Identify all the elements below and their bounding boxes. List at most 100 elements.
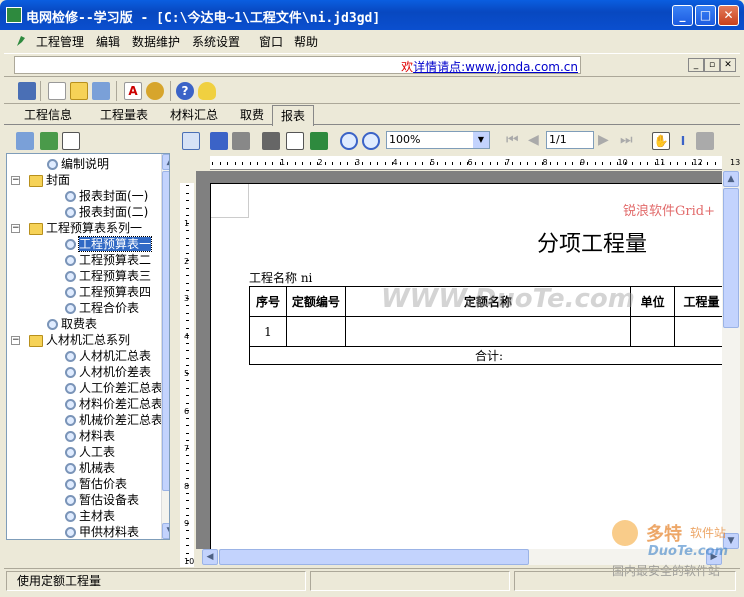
- scroll-up-button[interactable]: ▲: [162, 154, 169, 170]
- open-book-icon[interactable]: [210, 132, 228, 150]
- copy-icon[interactable]: [696, 132, 714, 150]
- tree-item[interactable]: 甲供材料表: [65, 524, 139, 539]
- tab-project-info[interactable]: 工程信息: [16, 107, 80, 125]
- scroll-thumb[interactable]: [162, 171, 169, 491]
- tab-fees[interactable]: 取费: [232, 107, 272, 125]
- export-icon[interactable]: [310, 132, 328, 150]
- page-setup-icon[interactable]: [286, 132, 304, 150]
- table-icon[interactable]: [182, 132, 200, 150]
- ruler-tick: [632, 162, 633, 165]
- menu-window[interactable]: 窗口: [259, 33, 283, 50]
- tree-item[interactable]: 人材机价差表: [65, 364, 151, 380]
- tree-folder[interactable]: − 封面: [11, 172, 70, 188]
- next-page-icon[interactable]: ▶: [598, 132, 609, 148]
- report-vertical-scrollbar[interactable]: ▲ ▼: [722, 171, 740, 549]
- tree-expander-icon[interactable]: −: [11, 336, 20, 345]
- book-icon[interactable]: [18, 82, 36, 100]
- tree-item[interactable]: 人工价差汇总表: [65, 380, 163, 396]
- preview-icon[interactable]: [62, 132, 80, 150]
- scroll-left-button[interactable]: ◀: [202, 549, 218, 565]
- tree-expander-icon[interactable]: −: [11, 224, 20, 233]
- zoom-out-icon[interactable]: [362, 132, 380, 150]
- table-row: 1: [249, 316, 722, 347]
- menu-project[interactable]: 工程管理: [36, 33, 84, 50]
- tree-item[interactable]: 工程预算表一: [65, 236, 153, 252]
- network-icon[interactable]: [92, 82, 110, 100]
- mdi-child-icon[interactable]: [14, 34, 28, 48]
- tree-item[interactable]: 工程预算表四: [65, 284, 151, 300]
- ruler-tick: [186, 230, 189, 231]
- mdi-restore-button[interactable]: ▫: [704, 58, 720, 72]
- tree-expander-icon[interactable]: −: [11, 176, 20, 185]
- tree-item[interactable]: 工程预算表三: [65, 268, 151, 284]
- mdi-close-button[interactable]: ✕: [720, 58, 736, 72]
- network-icon[interactable]: [16, 132, 34, 150]
- open-folder-icon[interactable]: [70, 82, 88, 100]
- tree-vertical-scrollbar[interactable]: ▲ ▼: [161, 154, 169, 539]
- menu-edit[interactable]: 编辑: [96, 33, 120, 50]
- ruler-tick: [707, 162, 708, 165]
- tree-item[interactable]: 材料价差汇总表: [65, 396, 163, 412]
- chevron-down-icon[interactable]: ▼: [473, 132, 489, 148]
- tree-item[interactable]: 机械表: [65, 460, 115, 476]
- tree-item[interactable]: 暂估设备表: [65, 492, 139, 508]
- tree-item[interactable]: 人工表: [65, 444, 115, 460]
- horizontal-ruler: 1 2 3 4 5 6 7 8 9 10 11 12 13: [210, 156, 740, 170]
- zoom-in-icon[interactable]: [340, 132, 358, 150]
- zoom-select[interactable]: 100% ▼: [386, 131, 490, 149]
- ruler-tick: [257, 162, 258, 165]
- tools-icon[interactable]: [232, 132, 250, 150]
- ruler-tick: [186, 530, 189, 531]
- menu-help[interactable]: 帮助: [294, 33, 318, 50]
- ruler-tick: [407, 162, 408, 165]
- first-page-icon[interactable]: ⏮: [506, 132, 519, 148]
- table-cell: [344, 316, 632, 347]
- tree-item[interactable]: 工程合价表: [65, 300, 139, 316]
- tree-item[interactable]: 取费表: [47, 316, 97, 332]
- tree-item[interactable]: 报表封面(一): [65, 188, 148, 204]
- scroll-thumb[interactable]: [219, 549, 529, 565]
- tab-reports[interactable]: 报表: [272, 105, 315, 126]
- lightbulb-icon[interactable]: [198, 82, 216, 100]
- tree-item[interactable]: 工程预算表二: [65, 252, 151, 268]
- page-input[interactable]: 1/1: [546, 131, 594, 149]
- ruler-tick-label: 5: [184, 369, 190, 378]
- text-select-icon[interactable]: I: [674, 132, 692, 150]
- website-link[interactable]: 详情请点:www.jonda.com.cn: [413, 60, 578, 74]
- maximize-button[interactable]: □: [695, 5, 716, 26]
- tree-item[interactable]: 人材机汇总表: [65, 348, 151, 364]
- tree-item[interactable]: 主材表: [65, 508, 115, 524]
- hand-tool-icon[interactable]: ✋: [652, 132, 670, 150]
- scroll-up-button[interactable]: ▲: [723, 171, 739, 187]
- menu-system-settings[interactable]: 系统设置: [192, 33, 240, 50]
- tree-folder[interactable]: − 人材机汇总系列: [11, 332, 130, 348]
- text-style-icon[interactable]: A: [124, 82, 142, 100]
- tree-item[interactable]: 编制说明: [47, 156, 109, 172]
- ruler-tick: [639, 162, 641, 165]
- last-page-icon[interactable]: ⏭: [620, 132, 633, 148]
- printer-icon[interactable]: [262, 132, 280, 150]
- tab-material-summary[interactable]: 材料汇总: [162, 107, 226, 125]
- tools-icon[interactable]: [146, 82, 164, 100]
- tree-item[interactable]: 材料表: [65, 428, 115, 444]
- scroll-thumb[interactable]: [723, 188, 739, 328]
- ruler-tick: [186, 462, 189, 464]
- menu-data-maintenance[interactable]: 数据维护: [132, 33, 180, 50]
- ruler-tick: [264, 162, 266, 165]
- tree-item[interactable]: 机械价差汇总表: [65, 412, 163, 428]
- prev-page-icon[interactable]: ◀: [528, 132, 539, 148]
- close-button[interactable]: ✕: [718, 5, 739, 26]
- ruler-tick: [249, 162, 251, 165]
- excel-export-icon[interactable]: [40, 132, 58, 150]
- app-icon[interactable]: [6, 7, 22, 23]
- minimize-button[interactable]: _: [672, 5, 693, 26]
- tree-folder[interactable]: − 工程预算表系列一: [11, 220, 142, 236]
- tree-item[interactable]: 暂估价表: [65, 476, 127, 492]
- mdi-minimize-button[interactable]: _: [688, 58, 704, 72]
- report-canvas[interactable]: 锐浪软件Grid+ 分项工程量 工程名称 ni 序号 定额编号 定额名称 单位 …: [196, 171, 722, 549]
- tree-item[interactable]: 报表封面(二): [65, 204, 148, 220]
- scroll-down-button[interactable]: ▼: [162, 523, 169, 539]
- help-icon[interactable]: ?: [176, 82, 194, 100]
- tab-quantities[interactable]: 工程量表: [92, 107, 156, 125]
- new-file-icon[interactable]: [48, 82, 66, 100]
